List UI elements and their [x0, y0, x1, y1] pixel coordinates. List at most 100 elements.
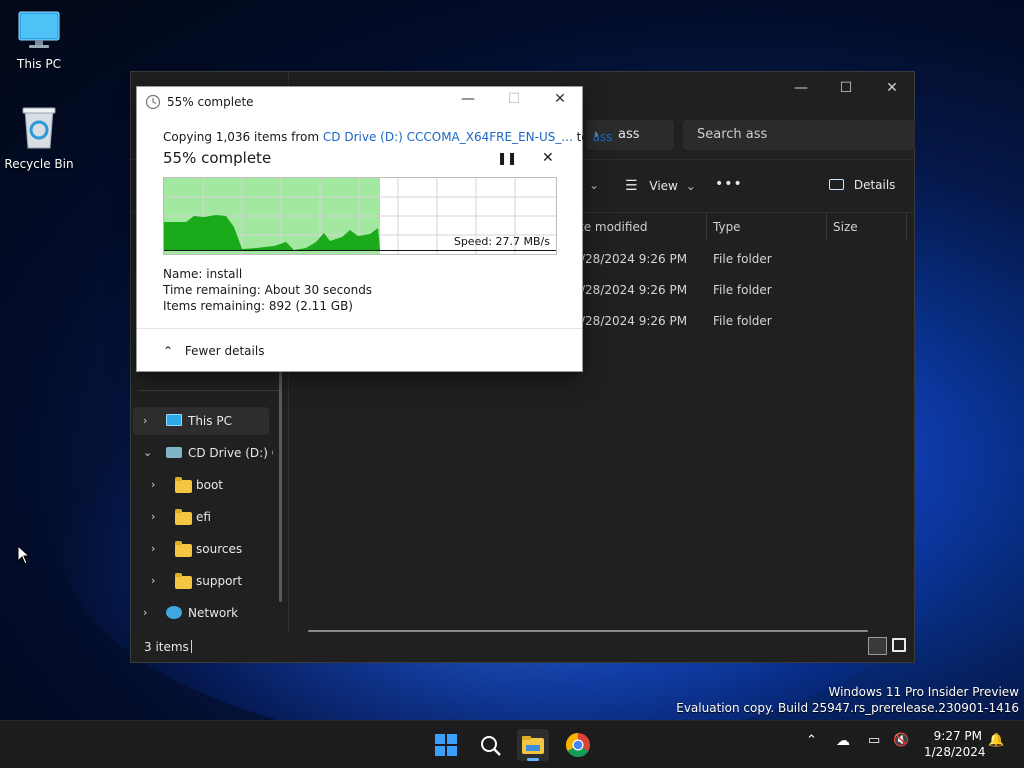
column-header-size[interactable]: Size: [833, 220, 858, 234]
column-divider[interactable]: [706, 214, 707, 240]
details-pane-icon: [829, 179, 844, 190]
pause-button[interactable]: ❚❚: [497, 151, 517, 165]
minimize-button[interactable]: —: [453, 91, 483, 107]
taskbar: ⌃ ☁ ▭ 🔇 9:27 PM 1/28/2024 🔔: [0, 720, 1024, 768]
maximize-button: ☐: [507, 91, 521, 107]
copy-summary: Copying 1,036 items from CD Drive (D:) C…: [163, 130, 612, 144]
sidebar-item-efi[interactable]: › efi: [133, 503, 269, 531]
sidebar-item-label: boot: [196, 478, 224, 492]
network-icon[interactable]: ▭: [868, 733, 880, 748]
desktop-icon-recycle-bin[interactable]: Recycle Bin: [0, 106, 78, 171]
start-button[interactable]: [430, 729, 462, 761]
chevron-down-icon: ⌄: [685, 179, 696, 193]
to-word: to: [576, 130, 589, 144]
close-button[interactable]: ✕: [545, 91, 575, 107]
folder-icon: [175, 477, 192, 493]
volume-muted-icon[interactable]: 🔇: [893, 733, 909, 748]
source-link[interactable]: CD Drive (D:) CCCOMA_X64FRE_EN-US_...: [323, 130, 573, 144]
maximize-button[interactable]: ☐: [823, 76, 869, 100]
cd-drive-icon: [166, 447, 182, 458]
column-header-type[interactable]: Type: [713, 220, 741, 234]
transfer-graph: Speed: 27.7 MB/s: [163, 177, 557, 255]
search-button[interactable]: [474, 729, 506, 761]
details-label: Details: [853, 178, 896, 192]
windows-logo-icon: [435, 734, 457, 756]
desktop-icon-this-pc[interactable]: This PC: [0, 10, 78, 71]
column-divider[interactable]: [906, 214, 907, 240]
row-date-modified: /28/2024 9:26 PM: [581, 252, 688, 266]
chrome-taskbar-button[interactable]: [562, 729, 594, 761]
view-label: View: [649, 179, 678, 193]
clock-icon: [145, 94, 161, 110]
active-indicator: [527, 758, 539, 761]
search-icon: [481, 736, 501, 756]
chevron-right-icon[interactable]: ›: [151, 567, 155, 595]
row-type: File folder: [713, 314, 772, 328]
notification-bell-icon[interactable]: 🔔: [988, 733, 1004, 748]
sidebar-item-this-pc[interactable]: › This PC: [133, 407, 269, 435]
copy-prefix: Copying 1,036 items from: [163, 130, 320, 144]
file-explorer-taskbar-button[interactable]: [517, 729, 549, 761]
sidebar-item-boot[interactable]: › boot: [133, 471, 269, 499]
progress-heading: 55% complete: [163, 149, 272, 167]
row-type: File folder: [713, 252, 772, 266]
cancel-copy-button[interactable]: ✕: [542, 150, 554, 166]
chevron-up-icon[interactable]: ⌃: [806, 733, 817, 748]
copy-progress-dialog: 55% complete — ☐ ✕ Copying 1,036 items f…: [136, 86, 612, 372]
onedrive-offline-icon[interactable]: ☁: [836, 733, 850, 749]
chevron-right-icon[interactable]: ›: [151, 503, 155, 531]
watermark-line-1: Windows 11 Pro Insider Preview: [828, 685, 1019, 699]
status-divider: [191, 640, 192, 653]
watermark-line-2: Evaluation copy. Build 25947.rs_prerelea…: [676, 701, 1019, 715]
chevron-down-icon[interactable]: ⌄: [589, 178, 599, 192]
recycle-bin-icon: [22, 107, 56, 149]
fewer-details-button[interactable]: ⌃ Fewer details: [163, 344, 264, 358]
nav-scrollbar[interactable]: [279, 372, 282, 602]
view-menu-button[interactable]: ☰ View ⌄: [625, 178, 696, 194]
monitor-icon: [18, 11, 60, 48]
view-icon: ☰: [625, 178, 638, 194]
nav-divider: [139, 390, 279, 391]
mouse-cursor-icon: [17, 545, 31, 565]
network-icon: [166, 606, 182, 619]
column-header-date-modified[interactable]: te modified: [579, 220, 647, 234]
monitor-icon: [166, 414, 182, 426]
sidebar-item-label: sources: [196, 542, 243, 556]
more-options-button[interactable]: •••: [715, 176, 743, 192]
details-pane-button[interactable]: Details: [829, 178, 895, 192]
time-remaining: Time remaining: About 30 seconds: [163, 283, 373, 297]
item-count: 3 items: [144, 640, 189, 654]
row-date-modified: /28/2024 9:26 PM: [581, 283, 688, 297]
sidebar-item-label: CD Drive (D:) CC: [188, 446, 273, 460]
sidebar-item-label: This PC: [188, 414, 232, 428]
chevron-right-icon[interactable]: ›: [151, 535, 155, 563]
chevron-down-icon[interactable]: ⌄: [143, 439, 152, 467]
sidebar-item-sources[interactable]: › sources: [133, 535, 269, 563]
sidebar-item-network[interactable]: › Network: [133, 599, 269, 627]
fewer-details-label: Fewer details: [184, 344, 265, 358]
desktop-icon-label: Recycle Bin: [4, 157, 74, 171]
clock-time: 9:27 PM: [933, 729, 982, 743]
chevron-right-icon[interactable]: ›: [143, 599, 147, 627]
column-divider[interactable]: [826, 214, 827, 240]
tiles-view-icon[interactable]: [892, 638, 906, 652]
details-view-icon[interactable]: [868, 637, 887, 655]
minimize-button[interactable]: —: [778, 76, 824, 100]
sidebar-item-label: efi: [196, 510, 211, 524]
row-type: File folder: [713, 283, 772, 297]
address-segment[interactable]: ass: [618, 127, 640, 142]
destination-link[interactable]: ass: [593, 130, 613, 144]
sidebar-item-support[interactable]: › support: [133, 567, 269, 595]
search-input[interactable]: Search ass: [683, 120, 915, 150]
chevron-right-icon[interactable]: ›: [151, 471, 155, 499]
clock[interactable]: 9:27 PM 1/28/2024: [924, 728, 986, 760]
items-remaining: Items remaining: 892 (2.11 GB): [163, 299, 353, 313]
close-button[interactable]: ✕: [869, 76, 915, 100]
dialog-title: 55% complete: [167, 95, 254, 109]
row-date-modified: /28/2024 9:26 PM: [581, 314, 688, 328]
folder-icon: [175, 541, 192, 557]
chevron-right-icon[interactable]: ›: [143, 407, 147, 435]
folder-icon: [175, 509, 192, 525]
sidebar-item-cd-drive[interactable]: ⌄ CD Drive (D:) CC: [133, 439, 273, 467]
desktop-icon-label: This PC: [17, 57, 61, 71]
